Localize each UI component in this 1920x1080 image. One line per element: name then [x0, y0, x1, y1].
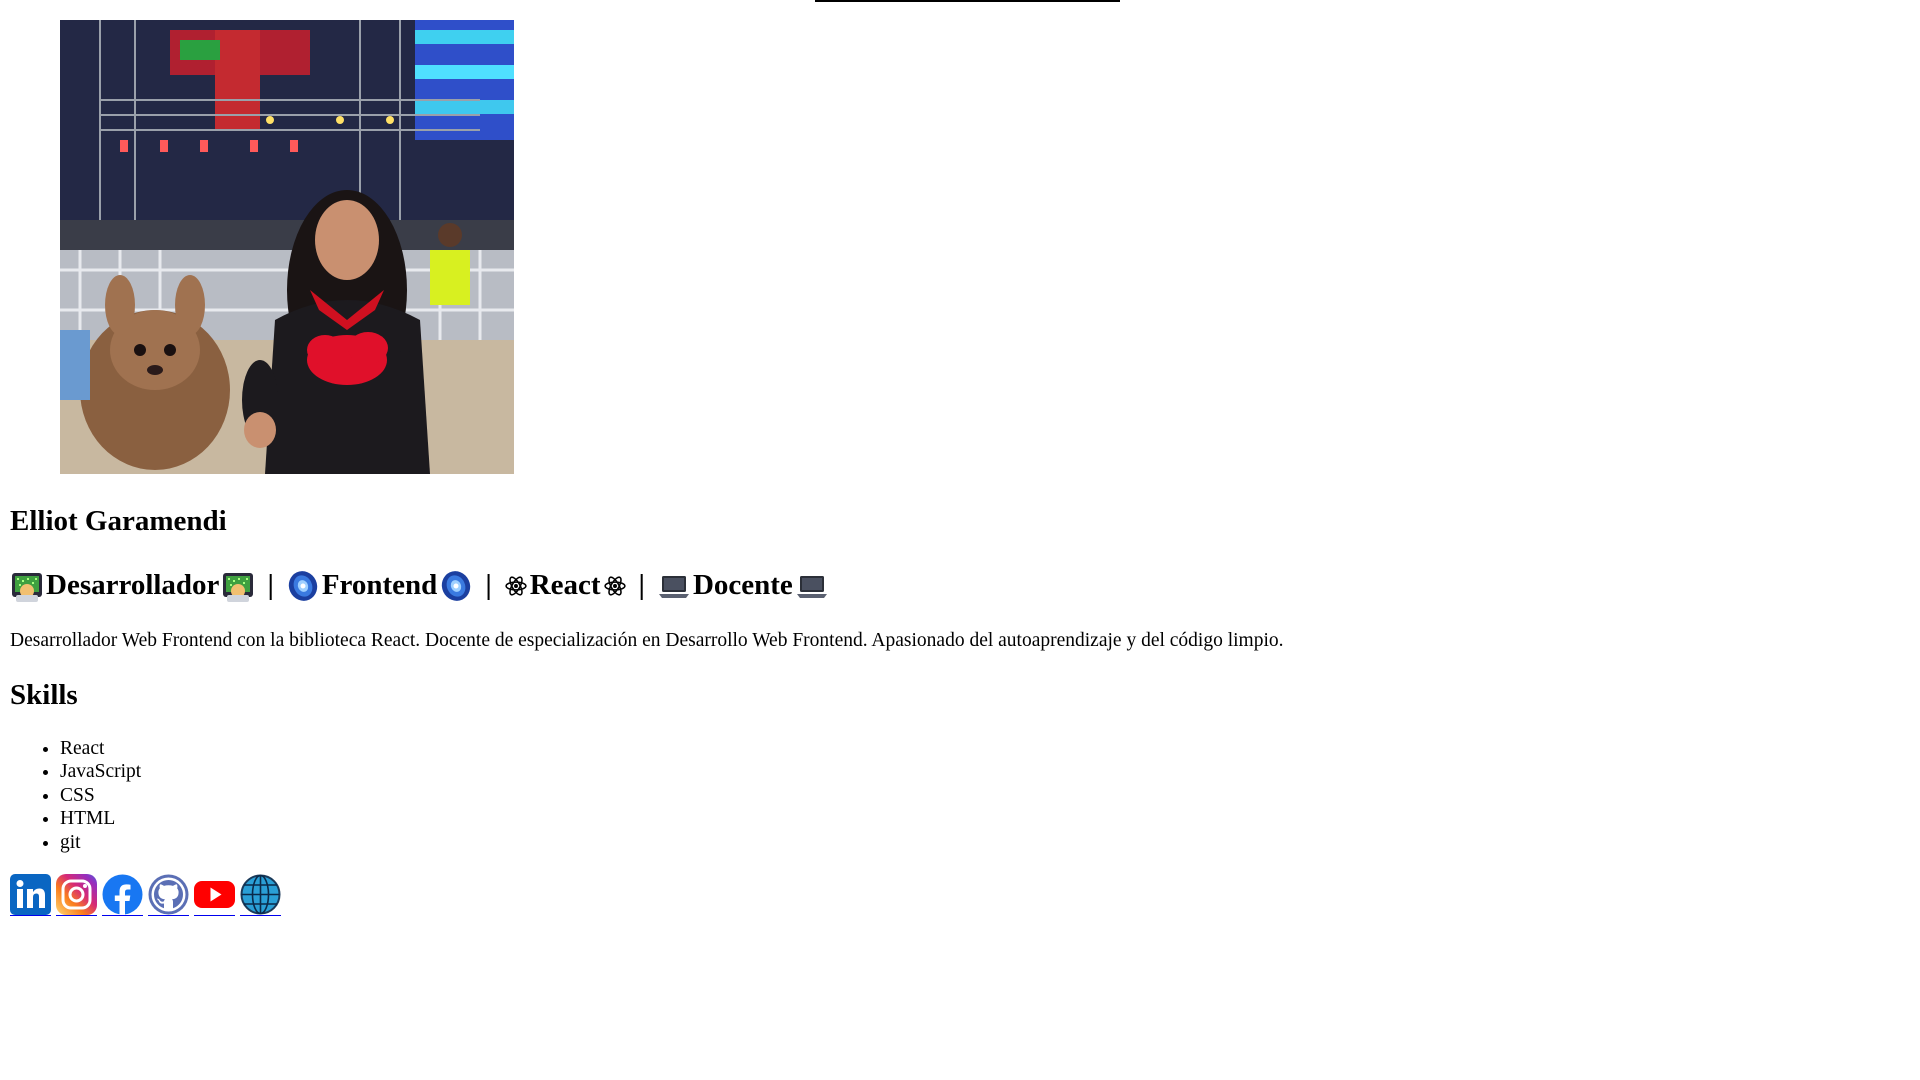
top-divider-line: [815, 0, 1120, 2]
github-icon: [148, 874, 189, 915]
instagram-link[interactable]: [56, 874, 97, 917]
github-link[interactable]: [148, 874, 189, 917]
facebook-link[interactable]: [102, 874, 143, 917]
tagline-separator: |: [485, 568, 492, 601]
instagram-icon: [56, 874, 97, 916]
skills-heading: Skills: [10, 678, 78, 711]
tagline-developer: Desarrollador: [46, 568, 220, 601]
profile-name: Elliot Garamendi: [10, 505, 227, 537]
linkedin-icon: [10, 874, 51, 916]
skill-item: CSS: [60, 784, 1910, 808]
youtube-link[interactable]: [194, 874, 235, 917]
linkedin-link[interactable]: [10, 874, 51, 917]
skills-list: React JavaScript CSS HTML git: [10, 737, 1910, 855]
atom-icon: [504, 574, 528, 598]
skill-item: git: [60, 831, 1910, 855]
profile-tagline: Desarrollador | Frontend | React | Docen…: [10, 567, 1910, 605]
facebook-icon: [102, 874, 143, 916]
tagline-separator: |: [638, 568, 645, 601]
tagline-frontend: Frontend: [321, 568, 438, 601]
social-links: [10, 874, 1910, 917]
laptop-icon: [657, 569, 691, 603]
profile-page: Elliot Garamendi Desarrollador | Fronten…: [0, 0, 1920, 917]
galaxy-icon: [286, 569, 320, 603]
technologist-icon: [221, 569, 255, 603]
youtube-icon: [194, 881, 235, 909]
profile-photo: [60, 20, 514, 474]
skill-item: JavaScript: [60, 760, 1910, 784]
website-link[interactable]: [240, 874, 281, 917]
tagline-separator: |: [267, 568, 274, 601]
skill-item: React: [60, 737, 1910, 761]
technologist-icon: [10, 569, 44, 603]
tagline-react: React: [529, 568, 601, 601]
skill-item: HTML: [60, 807, 1910, 831]
atom-icon: [603, 574, 627, 598]
profile-bio: Desarrollador Web Frontend con la biblio…: [10, 630, 1284, 652]
tagline-teacher: Docente: [692, 568, 793, 601]
galaxy-icon: [439, 569, 473, 603]
profile-photo-figure: [60, 20, 514, 474]
globe-icon: [240, 874, 281, 915]
laptop-icon: [795, 569, 829, 603]
